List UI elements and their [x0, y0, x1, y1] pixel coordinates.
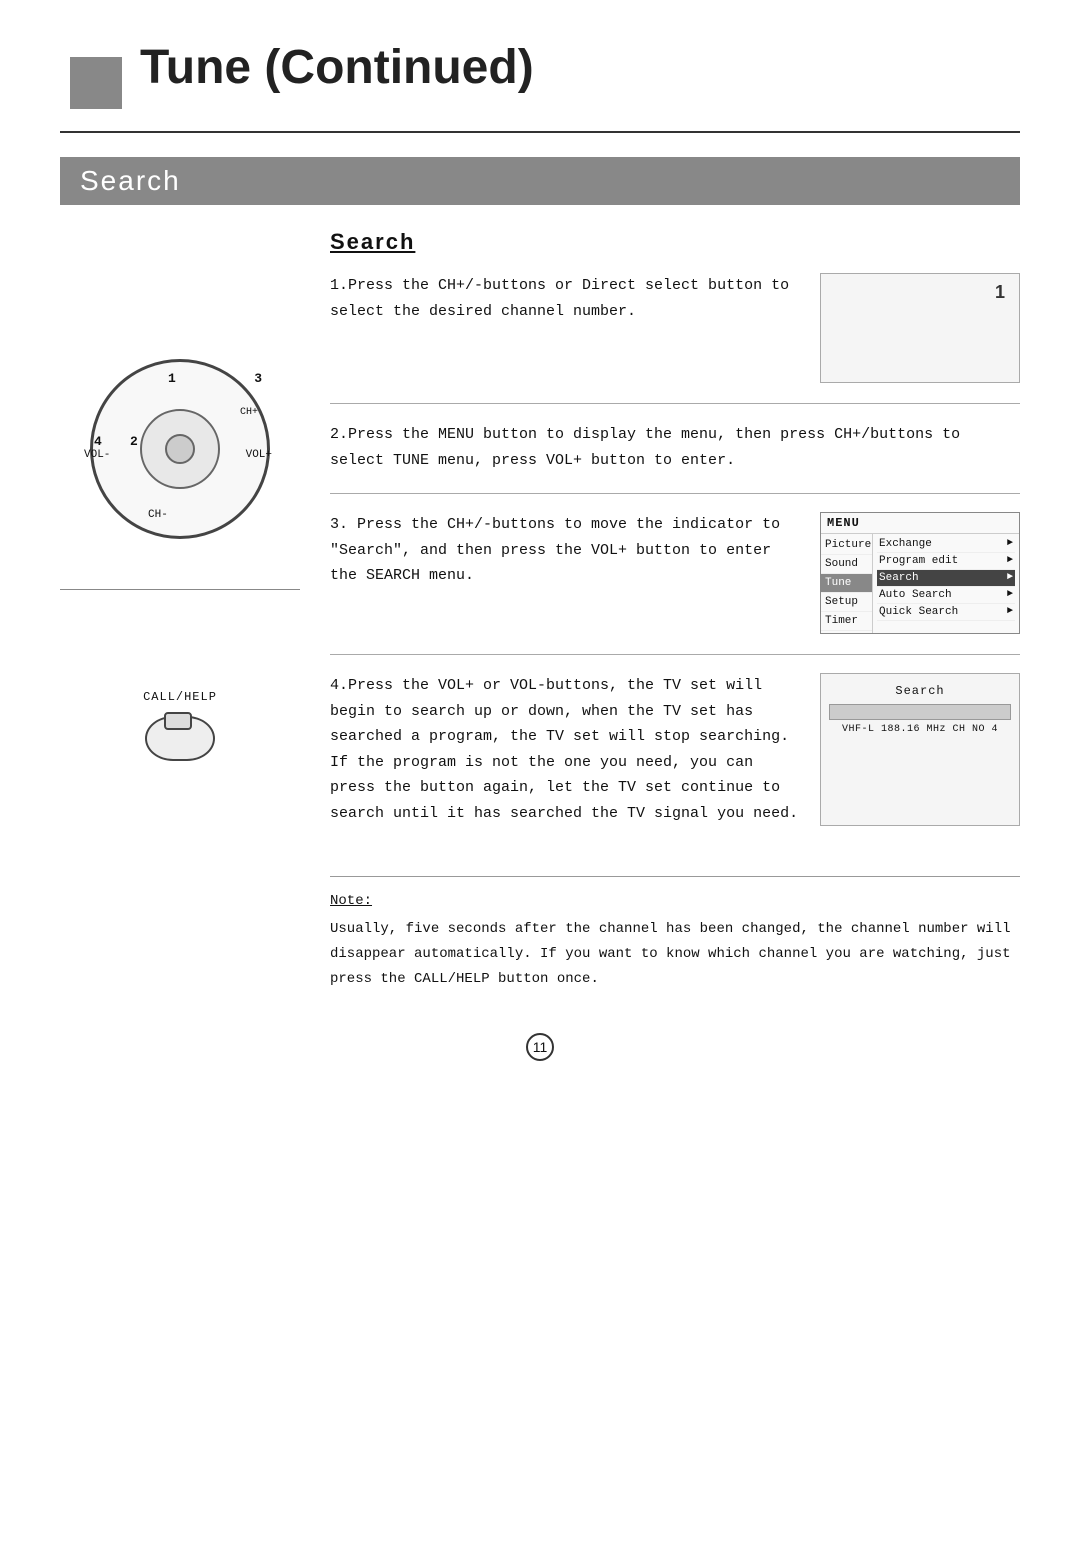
right-column: Search 1.Press the CH+/-buttons or Direc… [320, 229, 1020, 993]
menu-quick-search-arrow: ► [1007, 606, 1013, 618]
menu-auto-search: Auto Search ► [877, 587, 1015, 604]
menu-program-edit-arrow: ► [1007, 555, 1013, 567]
remote-chplus-label: CH+ [240, 407, 258, 418]
menu-exchange-arrow: ► [1007, 538, 1013, 550]
step-3-text: 3. Press the CH+/-buttons to move the in… [330, 512, 804, 634]
note-label: Note: [330, 893, 1020, 909]
remote-chminus-label: CH- [148, 509, 168, 521]
page-number: 11 [526, 1033, 554, 1061]
step-4-text: 4.Press the VOL+ or VOL-buttons, the TV … [330, 673, 804, 826]
menu-program-edit-label: Program edit [879, 555, 958, 567]
remote-btn1-label: 1 [168, 371, 176, 386]
menu-right-panel: Exchange ► Program edit ► Search ► [873, 534, 1019, 633]
section-header: Search [60, 157, 1020, 205]
step-3-content: 3. Press the CH+/-buttons to move the in… [330, 516, 780, 584]
menu-item-tune: Tune [821, 574, 872, 593]
step-2-text: 2.Press the MENU button to display the m… [330, 422, 1020, 473]
callhelp-label: CALL/HELP [143, 690, 217, 704]
step-1-image: 1 [820, 273, 1020, 383]
step-2-content: 2.Press the MENU button to display the m… [330, 426, 960, 469]
menu-exchange: Exchange ► [877, 536, 1015, 553]
menu-quick-search: Quick Search ► [877, 604, 1015, 621]
menu-quick-search-label: Quick Search [879, 606, 958, 618]
remote-volplus-label: VOL+ [246, 449, 272, 461]
page-number-container: 11 [60, 1033, 1020, 1061]
menu-left-panel: Picture Sound Tune Setup Timer [821, 534, 873, 633]
left-column: 1 3 2 4 CH+ VOL- MENU VOL+ CH- CALL/HELP [60, 229, 320, 993]
step-1-content: 1.Press the CH+/-buttons or Direct selec… [330, 277, 789, 320]
step-2-block: 2.Press the MENU button to display the m… [330, 422, 1020, 494]
callhelp-section: CALL/HELP [140, 690, 220, 770]
page: Tune (Continued) Search 1 3 2 4 CH+ VOL-… [0, 0, 1080, 1561]
remote-diagram: 1 3 2 4 CH+ VOL- MENU VOL+ CH- [80, 349, 280, 549]
menu-body: Picture Sound Tune Setup Timer Exchange … [821, 534, 1019, 633]
search-screen: Search VHF-L 188.16 MHz CH NO 4 [820, 673, 1020, 826]
title-bar-block [70, 57, 122, 109]
menu-auto-search-arrow: ► [1007, 589, 1013, 601]
remote-volminus-label: VOL- [84, 449, 110, 461]
menu-item-setup: Setup [821, 593, 872, 612]
page-title: Tune (Continued) [140, 40, 534, 95]
menu-exchange-label: Exchange [879, 538, 932, 550]
remote-btn3-label: 3 [254, 371, 262, 386]
menu-search-arrow: ► [1007, 572, 1013, 584]
subsection-title: Search [330, 229, 1020, 255]
step-4-block: 4.Press the VOL+ or VOL-buttons, the TV … [330, 673, 1020, 846]
search-screen-info: VHF-L 188.16 MHz CH NO 4 [829, 724, 1011, 735]
note-section: Note: Usually, five seconds after the ch… [330, 876, 1020, 993]
menu-auto-search-label: Auto Search [879, 589, 952, 601]
menu-search-label: Search [879, 572, 919, 584]
remote-btn4-label: 4 [94, 434, 102, 449]
menu-program-edit: Program edit ► [877, 553, 1015, 570]
search-screen-progress-bar [829, 704, 1011, 720]
menu-item-picture: Picture [821, 536, 872, 555]
step-1-image-number: 1 [995, 282, 1005, 303]
step-1-block: 1.Press the CH+/-buttons or Direct selec… [330, 273, 1020, 404]
menu-item-sound: Sound [821, 555, 872, 574]
step-4-content: 4.Press the VOL+ or VOL-buttons, the TV … [330, 677, 798, 822]
callhelp-icon [140, 710, 220, 770]
step-3-block: 3. Press the CH+/-buttons to move the in… [330, 512, 1020, 655]
main-layout: 1 3 2 4 CH+ VOL- MENU VOL+ CH- CALL/HELP [60, 229, 1020, 993]
menu-item-timer: Timer [821, 612, 872, 631]
menu-search: Search ► [877, 570, 1015, 587]
title-underline [60, 131, 1020, 133]
step-1-text: 1.Press the CH+/-buttons or Direct selec… [330, 273, 804, 383]
menu-title: MENU [821, 513, 1019, 534]
remote-btn2-label: 2 [130, 434, 138, 449]
menu-diagram: MENU Picture Sound Tune Setup Timer Exch… [820, 512, 1020, 634]
search-screen-title: Search [829, 684, 1011, 698]
note-text: Usually, five seconds after the channel … [330, 917, 1020, 993]
